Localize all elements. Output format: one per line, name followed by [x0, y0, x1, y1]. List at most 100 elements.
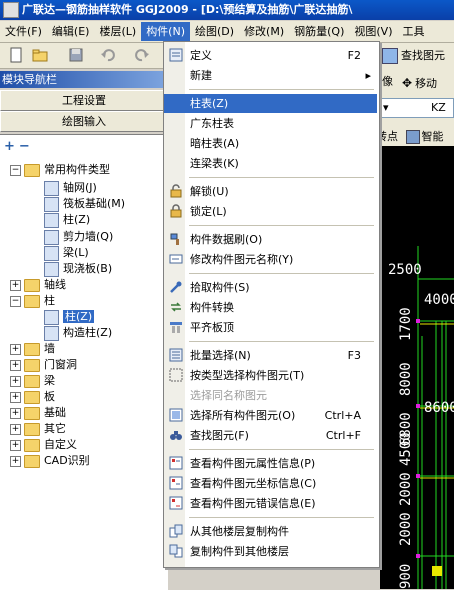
- component-select[interactable]: ▾ KZ: [380, 98, 454, 118]
- menu-item-copy-from[interactable]: 从其他楼层复制构件: [164, 522, 377, 541]
- menu-item-define[interactable]: 定义 F2: [164, 46, 377, 65]
- draw-input-button[interactable]: 绘图输入: [0, 111, 168, 132]
- menu-item-column-table[interactable]: 柱表(Z): [164, 94, 377, 113]
- flush-top-icon: [170, 322, 182, 333]
- tree-node-cad[interactable]: + CAD识别: [10, 452, 90, 470]
- beam-icon: [44, 245, 59, 261]
- menu-component[interactable]: 构件(N): [141, 22, 190, 41]
- slab-icon: [44, 261, 59, 277]
- menu-item-find[interactable]: 查找图元(F) Ctrl+F: [164, 426, 377, 445]
- expand-icon[interactable]: +: [10, 279, 21, 291]
- expand-icon[interactable]: +: [10, 455, 21, 467]
- folder-icon: [24, 358, 40, 372]
- expand-icon[interactable]: +: [10, 407, 21, 419]
- image-button[interactable]: 像: [382, 73, 393, 91]
- expand-icon[interactable]: +: [10, 343, 21, 355]
- menu-item-view-errors[interactable]: 查看构件图元错误信息(E): [164, 494, 377, 513]
- menu-item-view-props[interactable]: 查看构件图元属性信息(P): [164, 454, 377, 473]
- column-icon: [44, 309, 59, 325]
- cad-dimension: 2000: [398, 512, 414, 546]
- menu-item-lock[interactable]: 锁定(L): [164, 202, 377, 221]
- project-settings-button[interactable]: 工程设置: [0, 90, 168, 111]
- pick-icon: [170, 281, 182, 293]
- menu-item-view-coords[interactable]: 查看构件图元坐标信息(C): [164, 474, 377, 493]
- collapse-icon[interactable]: −: [10, 164, 21, 176]
- menu-item-batch-select[interactable]: 批量选择(N) F3: [164, 346, 377, 365]
- menu-draw[interactable]: 绘图(D): [190, 22, 239, 41]
- menu-item-copy-to[interactable]: 复制构件到其他楼层: [164, 542, 377, 561]
- folder-open-icon: [24, 163, 40, 177]
- menu-floor[interactable]: 楼层(L): [94, 22, 141, 41]
- menu-item-link-beam-table[interactable]: 连梁表(K): [164, 154, 377, 173]
- menu-item-refresh[interactable]: 构件数据刷(O): [164, 230, 377, 249]
- menu-modify[interactable]: 修改(M): [239, 22, 289, 41]
- menu-edit[interactable]: 编辑(E): [47, 22, 95, 41]
- expand-icon[interactable]: +: [10, 359, 21, 371]
- open-folder-icon[interactable]: [32, 47, 48, 63]
- menu-item-select-by-type[interactable]: 按类型选择构件图元(T): [164, 366, 377, 385]
- cad-canvas[interactable]: 2500 4000 8600 1700 8000 6800 2000 4500 …: [380, 146, 454, 589]
- tree-node-column-common[interactable]: 柱(Z): [44, 211, 90, 229]
- tree-node-common[interactable]: − 常用构件类型: [10, 161, 110, 179]
- menu-view[interactable]: 视图(V): [349, 22, 397, 41]
- view-props-icon: [169, 456, 183, 470]
- tree-toolbar: + −: [4, 139, 30, 154]
- menu-separator: [189, 89, 374, 90]
- menu-item-select-same-name[interactable]: 选择同名称图元: [164, 386, 377, 405]
- expand-all-icon[interactable]: +: [4, 139, 15, 154]
- expand-icon[interactable]: +: [10, 391, 21, 403]
- collapse-all-icon[interactable]: −: [19, 139, 30, 154]
- expand-icon[interactable]: +: [10, 375, 21, 387]
- undo-icon[interactable]: [100, 47, 116, 63]
- redo-icon[interactable]: [134, 47, 150, 63]
- menu-item-new[interactable]: 新建 ▸: [164, 66, 377, 85]
- menu-separator: [189, 341, 374, 342]
- component-menu-dropdown: 定义 F2 新建 ▸ 柱表(Z) 广东柱表 暗柱表(A) 连梁表(K) 解锁(U) …: [163, 41, 380, 568]
- menu-separator: [189, 449, 374, 450]
- menu-item-pick[interactable]: 拾取构件(S): [164, 278, 377, 297]
- folder-icon: [24, 406, 40, 420]
- cad-dimension: 8000: [398, 362, 414, 396]
- menu-separator: [189, 517, 374, 518]
- menu-file[interactable]: 文件(F): [0, 22, 47, 41]
- menu-item-rename[interactable]: 修改构件图元名称(Y): [164, 250, 377, 269]
- folder-icon: [24, 278, 40, 292]
- move-button[interactable]: ✥ 移动: [402, 74, 437, 92]
- menu-item-flush-top[interactable]: 平齐板顶: [164, 318, 377, 337]
- smart-button[interactable]: 智能: [422, 130, 444, 143]
- menu-bar: 文件(F) 编辑(E) 楼层(L) 构件(N) 绘图(D) 修改(M) 钢筋量(Q) 视图(V…: [0, 21, 454, 43]
- select-all-icon: [169, 408, 183, 422]
- folder-icon: [24, 342, 40, 356]
- column-icon: [44, 212, 59, 228]
- folder-icon: [24, 438, 40, 452]
- menu-item-convert[interactable]: 构件转换: [164, 298, 377, 317]
- new-file-icon[interactable]: [8, 47, 24, 63]
- convert-icon: [171, 302, 181, 312]
- collapse-icon[interactable]: −: [10, 295, 21, 307]
- menu-item-select-all[interactable]: 选择所有构件图元(O) Ctrl+A: [164, 406, 377, 425]
- cad-dimension: 1700: [398, 307, 414, 341]
- cad-dimension: 4500: [398, 432, 414, 466]
- copy-to-icon: [169, 544, 183, 558]
- view-errors-icon: [169, 496, 183, 510]
- expand-icon[interactable]: +: [10, 439, 21, 451]
- menu-rebar-quantity[interactable]: 钢筋量(Q): [289, 22, 349, 41]
- menu-item-guangdong-column-table[interactable]: 广东柱表: [164, 114, 377, 133]
- save-icon[interactable]: [68, 47, 84, 63]
- select-arrow-icon: ▾: [383, 101, 389, 114]
- find-element-button[interactable]: 查找图元: [382, 47, 445, 65]
- component-select-value: KZ: [431, 101, 446, 114]
- cad-toolbar: 转点 智能: [376, 128, 454, 146]
- window-title: 广联达—钢筋抽样软件 GGJ2009 - [D:\预结算及抽筋\广联达抽筋\: [22, 3, 353, 16]
- menu-item-hidden-column-table[interactable]: 暗柱表(A): [164, 134, 377, 153]
- tie-column-icon: [44, 325, 59, 341]
- menu-tools[interactable]: 工具: [398, 22, 430, 41]
- define-icon: [169, 48, 183, 62]
- cad-dimension: 8600: [424, 400, 454, 416]
- expand-icon[interactable]: +: [10, 423, 21, 435]
- folder-icon: [24, 454, 40, 468]
- folder-icon: [24, 390, 40, 404]
- axis-grid-icon: [44, 180, 59, 196]
- smart-icon: [405, 130, 420, 144]
- menu-item-unlock[interactable]: 解锁(U): [164, 182, 377, 201]
